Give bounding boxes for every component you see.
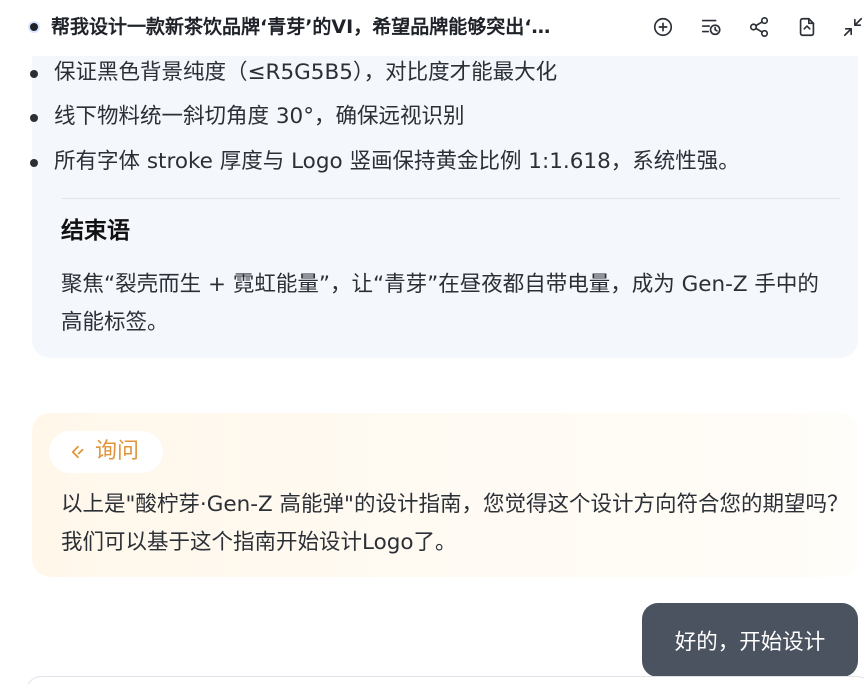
guide-bullet: 所有字体 stroke 厚度与 Logo 竖画保持黄金比例 1:1.618，系统… xyxy=(30,147,740,177)
guide-bullet: 线下物料统一斜切角度 30°，确保远视识别 xyxy=(29,102,464,132)
section-divider xyxy=(62,198,840,199)
new-chat-icon xyxy=(653,17,673,37)
collapse-button[interactable] xyxy=(840,14,864,40)
message-composer[interactable] xyxy=(26,676,864,684)
inquiry-badge: 询问 xyxy=(49,431,163,473)
share-icon xyxy=(749,17,769,37)
export-button[interactable] xyxy=(794,14,820,40)
inquiry-text: 以上是"酸柠芽·Gen-Z 高能弹"的设计指南，您觉得这个设计方向符合您的期望吗… xyxy=(61,492,849,555)
status-dot xyxy=(30,23,38,31)
collapse-icon xyxy=(843,17,863,37)
conclusion-text: 聚焦“裂壳而生 + 霓虹能量”，让“青芽”在昼夜都自带电量，成为 Gen-Z 手… xyxy=(61,272,819,335)
export-icon xyxy=(799,17,815,37)
user-message-text: 好的，开始设计 xyxy=(674,629,826,655)
inquiry-badge-label: 询问 xyxy=(95,439,140,464)
chat-page: 保证黑色背景纯度（≤R5G5B5），对比度才能最大化 线下物料统一斜切角度 30… xyxy=(0,0,864,684)
guide-bullet: 保证黑色背景纯度（≤R5G5B5），对比度才能最大化 xyxy=(29,58,557,88)
history-button[interactable] xyxy=(698,14,724,40)
chat-header: 帮我设计一款新茶饮品牌‘青芽’的VI，希望品牌能够突出‘… xyxy=(0,0,864,56)
user-message-bubble: 好的，开始设计 xyxy=(642,603,858,677)
conclusion-heading: 结束语 xyxy=(61,218,130,244)
inquiry-icon xyxy=(71,445,84,459)
new-chat-button[interactable] xyxy=(650,14,676,40)
history-icon xyxy=(701,19,721,36)
chat-title[interactable]: 帮我设计一款新茶饮品牌‘青芽’的VI，希望品牌能够突出‘… xyxy=(51,14,633,40)
share-button[interactable] xyxy=(746,14,772,40)
